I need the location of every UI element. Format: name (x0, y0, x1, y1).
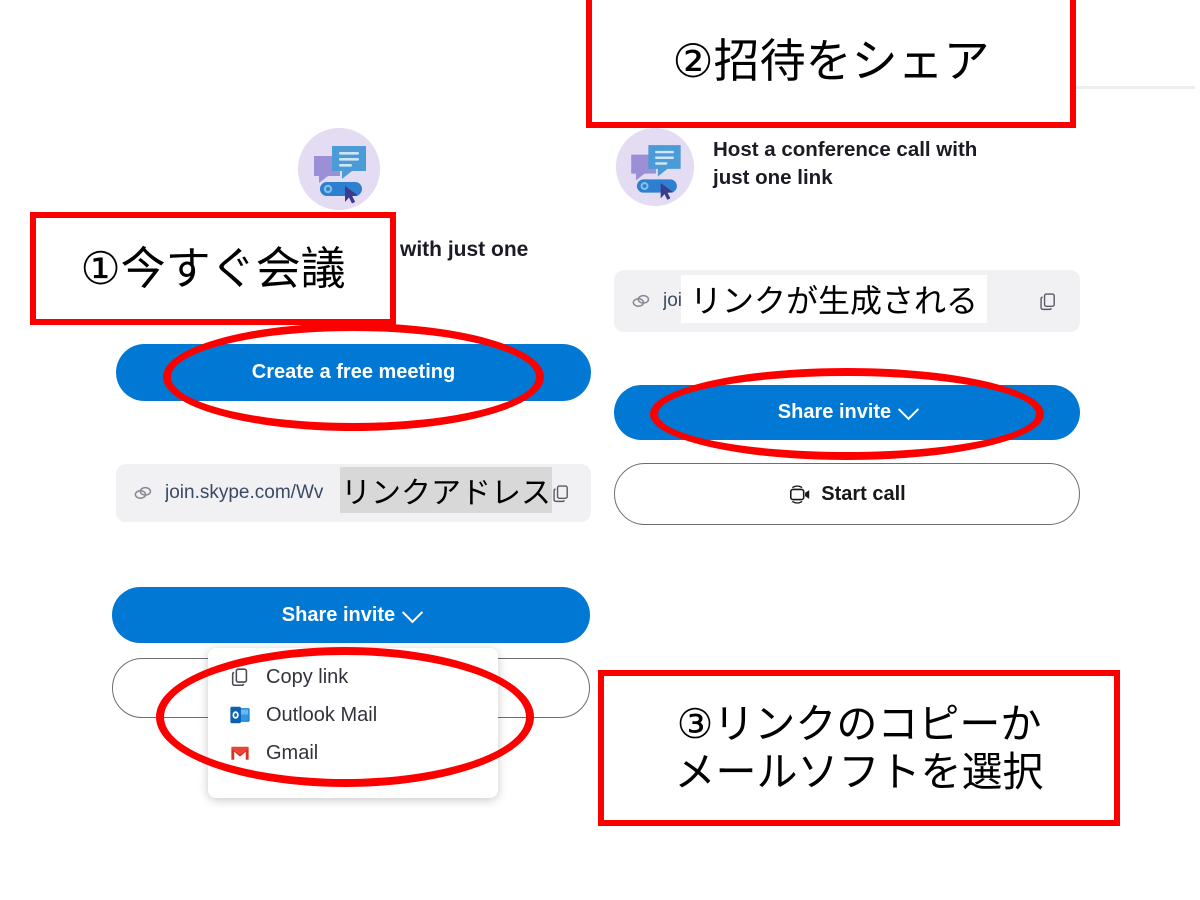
annotation-step-1: ①今すぐ会議 (30, 212, 396, 325)
annotation-step-3-line-1: ③リンクのコピーか (676, 699, 1042, 748)
dropdown-item-outlook-mail[interactable]: Outlook Mail (208, 696, 498, 734)
annotation-step-1-text: ①今すぐ会議 (80, 241, 346, 295)
dropdown-item-label: Copy link (266, 665, 349, 688)
right-panel-heading: Host a conference call with just one lin… (713, 138, 978, 189)
share-invite-button[interactable]: Share invite (112, 587, 590, 643)
left-panel-heading: with just one (400, 238, 529, 261)
annotation-step-2: ②招待をシェア (586, 0, 1076, 128)
annotation-link-address-text: リンクアドレス (341, 476, 551, 511)
chevron-down-icon (402, 601, 424, 623)
annotation-step-3: ③リンクのコピーか メールソフトを選択 (598, 670, 1120, 826)
copy-icon[interactable] (1036, 289, 1060, 313)
dropdown-item-gmail[interactable]: Gmail (208, 734, 498, 772)
conference-call-link-icon (616, 128, 694, 206)
start-call-label: Start call (821, 482, 906, 505)
share-invite-label: Share invite (777, 401, 892, 423)
annotation-link-address: リンクアドレス (340, 467, 552, 513)
create-free-meeting-button[interactable]: Create a free meeting (116, 344, 591, 401)
annotation-link-generated: リンクが生成される (681, 275, 987, 323)
dropdown-item-label: Outlook Mail (266, 703, 378, 726)
dropdown-item-label: Gmail (266, 741, 319, 764)
annotation-step-2-text: ②招待をシェア (672, 33, 990, 88)
start-call-button[interactable]: Start call (614, 463, 1080, 525)
screenshot-root: with just one Create a free meeting join… (0, 0, 1200, 900)
annotation-step-3-line-2: メールソフトを選択 (674, 748, 1044, 796)
gmail-icon (228, 741, 252, 765)
conference-call-link-icon (298, 128, 380, 210)
dropdown-item-copy-link[interactable]: Copy link (208, 658, 498, 696)
copy-icon (228, 665, 252, 689)
chevron-down-icon (898, 399, 920, 421)
video-camera-icon (788, 484, 812, 505)
bottom-share-panel: Share invite Copy link Outlook Mail Gmai… (0, 560, 620, 840)
share-invite-label: Share invite (281, 603, 396, 626)
link-chain-icon (630, 290, 652, 312)
outlook-icon (228, 703, 252, 727)
link-chain-icon (132, 482, 154, 504)
share-invite-button[interactable]: Share invite (614, 385, 1080, 440)
create-free-meeting-label: Create a free meeting (251, 361, 456, 383)
annotation-link-generated-text: リンクが生成される (689, 282, 978, 320)
copy-icon[interactable] (549, 481, 573, 505)
share-invite-dropdown: Copy link Outlook Mail Gmail (208, 648, 498, 798)
